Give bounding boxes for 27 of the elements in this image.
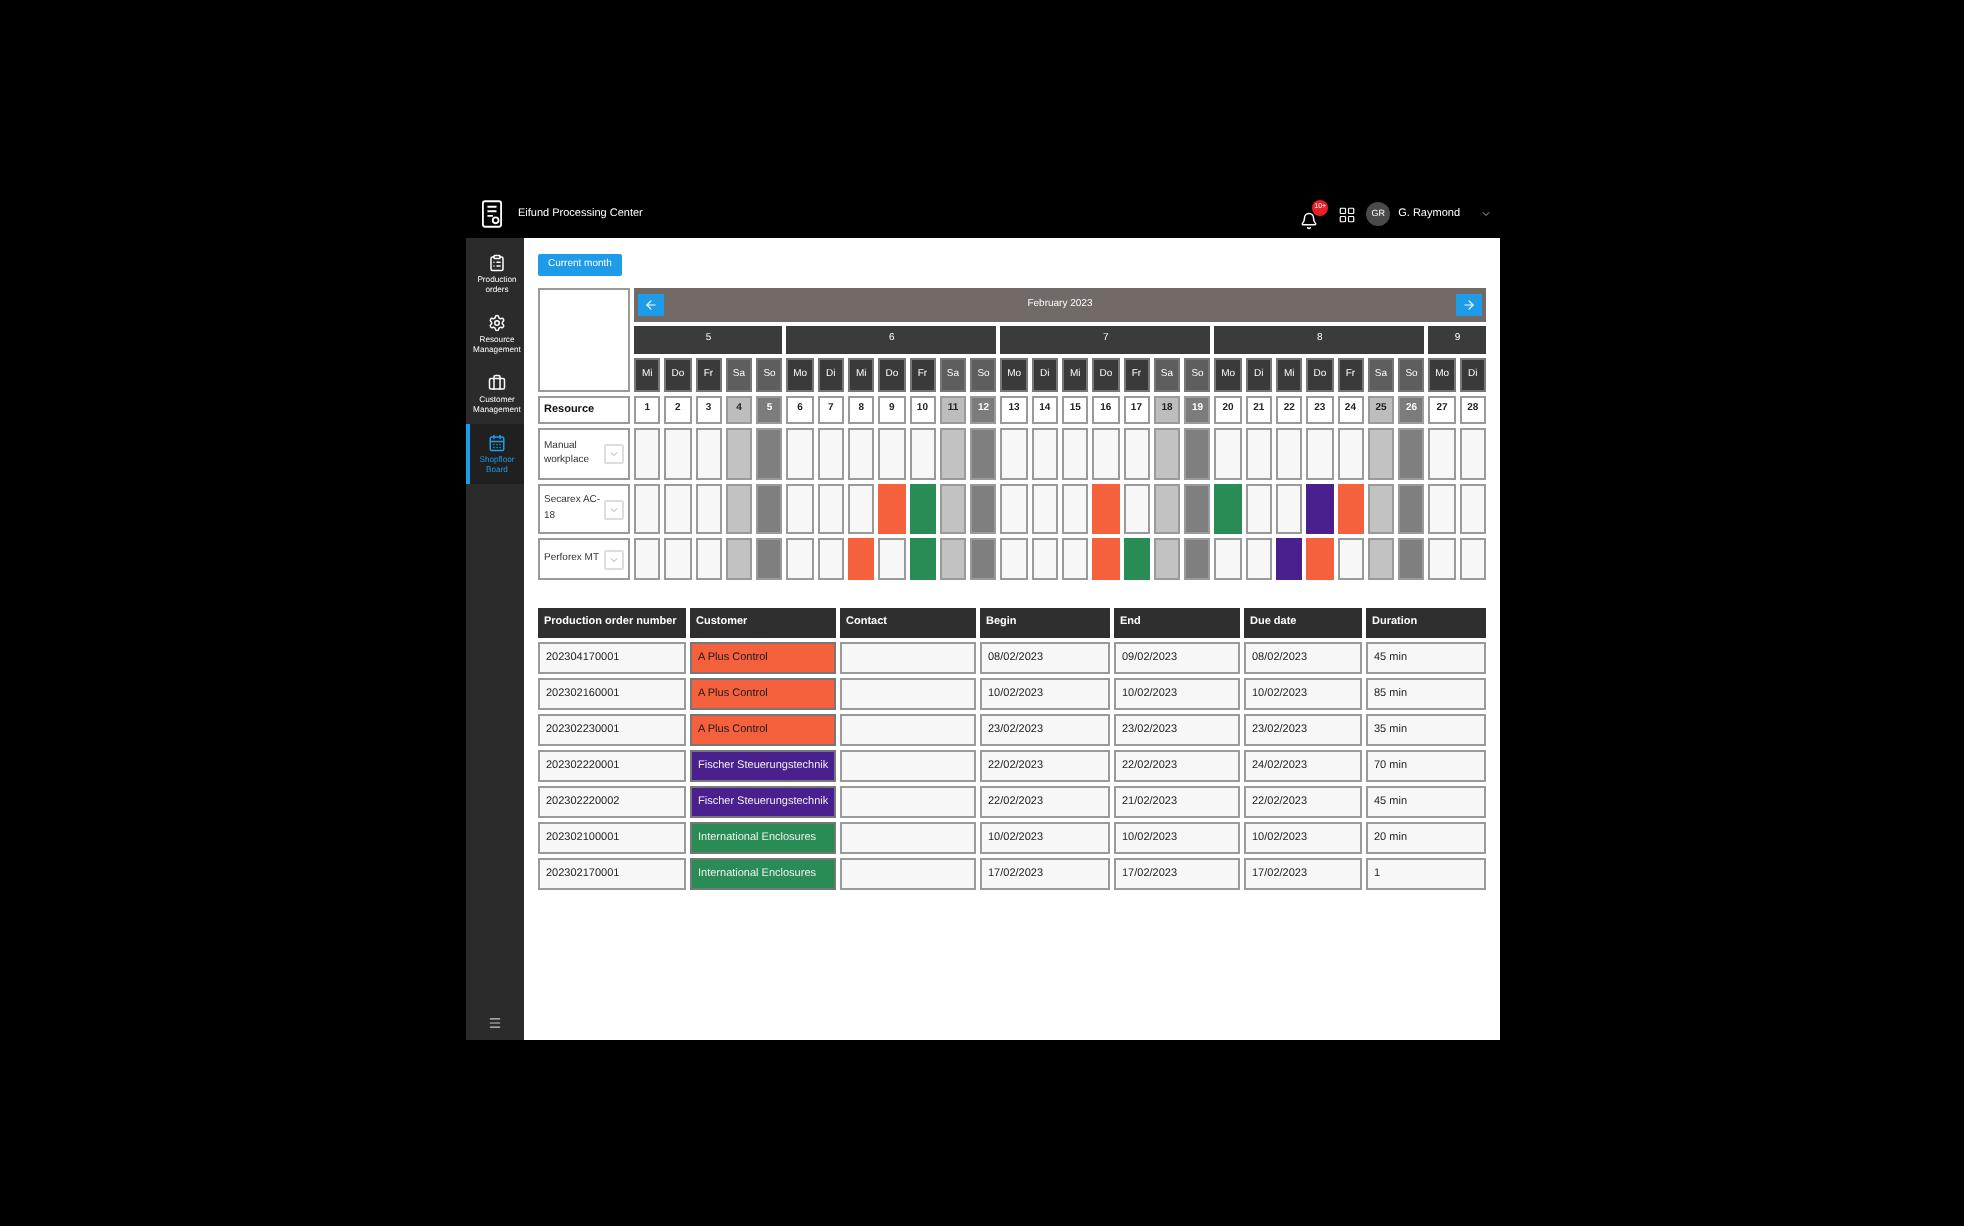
menu-icon[interactable] <box>488 1016 502 1030</box>
contact-cell <box>840 642 976 674</box>
chevron-down-icon <box>608 448 620 460</box>
contact-cell <box>840 786 976 818</box>
resource-dropdown-button[interactable] <box>604 549 624 569</box>
gear-icon <box>488 313 506 332</box>
arrow-left-icon <box>644 298 658 312</box>
header-corner-cell <box>538 288 630 392</box>
bell-icon <box>1300 211 1319 229</box>
arrow-right-icon <box>1461 298 1476 312</box>
app-logo-icon <box>482 200 502 228</box>
chevron-down-icon <box>608 503 620 515</box>
briefcase-icon <box>488 373 506 392</box>
clipboard-icon <box>488 253 506 272</box>
previous-month-button[interactable] <box>638 294 664 316</box>
chevron-down-icon[interactable] <box>1480 208 1492 220</box>
contact-cell <box>840 750 976 782</box>
next-month-button[interactable] <box>1455 294 1482 316</box>
contact-cell <box>840 678 976 710</box>
contact-cell <box>840 822 976 854</box>
contact-cell <box>840 858 976 890</box>
calendar-icon <box>488 433 506 452</box>
grid-icon[interactable] <box>1338 205 1357 223</box>
resource-dropdown-button[interactable] <box>604 444 624 464</box>
contact-cell <box>840 714 976 746</box>
booking-block[interactable] <box>1275 538 1303 580</box>
chevron-down-icon <box>608 553 620 565</box>
